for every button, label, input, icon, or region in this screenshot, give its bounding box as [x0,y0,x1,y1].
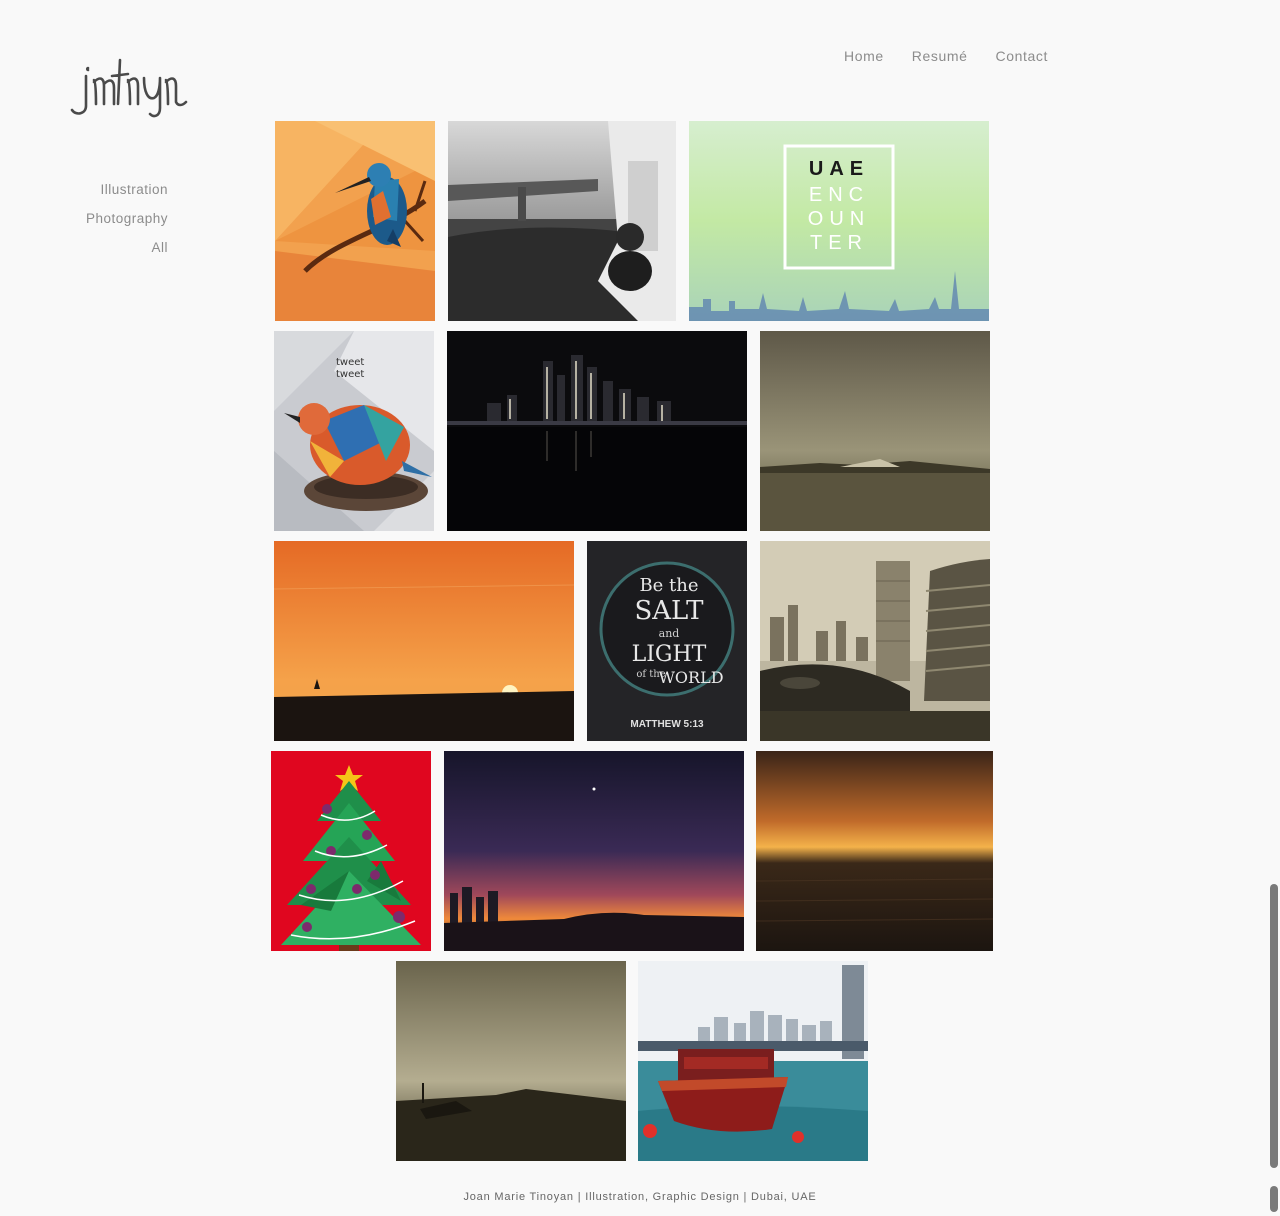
artwork-text-line: and [659,627,680,640]
speech-text: tweet [336,369,364,380]
gallery-tile-red-dhow[interactable] [638,961,868,1161]
nav-contact[interactable]: Contact [981,47,1061,65]
gallery-tile-christmas-tree[interactable] [271,751,431,951]
category-photography[interactable]: Photography [60,204,168,233]
site-footer: Joan Marie Tinoyan | Illustration, Graph… [463,1191,817,1203]
logo-script-mark [70,58,188,118]
nav-home[interactable]: Home [830,47,898,65]
artwork-text-line: SALT [634,596,704,626]
gallery-tile-sepia-towers[interactable] [760,541,990,741]
poster-text-line: TER [810,232,868,254]
gallery-tile-water-sunset[interactable] [756,751,993,951]
gallery-tile-sepia-boat[interactable] [396,961,626,1161]
gallery-tile-tweet-bird[interactable]: tweet tweet [274,331,434,531]
scrollbar-thumb[interactable] [1270,884,1278,1168]
artwork-text-line: Be the [639,575,698,596]
scrollbar-thumb-end[interactable] [1270,1186,1278,1212]
gallery-tile-twilight-skyline[interactable] [444,751,744,951]
gallery-tile-kingfisher[interactable] [275,121,435,321]
site-logo[interactable] [66,54,190,120]
artwork-text-line: WORLD [658,668,723,687]
artwork-text-line: LIGHT [632,642,707,667]
category-all[interactable]: All [60,233,168,262]
poster-text-line: ENC [809,184,869,206]
top-nav: Home Resumé Contact [830,47,1062,65]
gallery-tile-marina-night[interactable] [447,331,747,531]
gallery-tile-bw-bridge[interactable] [448,121,676,321]
gallery-tile-sepia-yacht[interactable] [760,331,990,531]
gallery-tile-salt-and-light[interactable]: Be the SALT and LIGHT of the WORLD MATTH… [587,541,747,741]
category-nav: Illustration Photography All [60,175,168,262]
poster-text-line: UAE [809,158,869,180]
artwork-caption: MATTHEW 5:13 [630,719,704,730]
gallery-tile-orange-sunset[interactable] [274,541,574,741]
gallery-tile-uae-encounter[interactable]: UAE ENC OUN TER [689,121,989,321]
category-illustration[interactable]: Illustration [60,175,168,204]
poster-text-line: OUN [808,208,870,230]
speech-text: tweet [336,357,364,368]
nav-resume[interactable]: Resumé [898,47,982,65]
